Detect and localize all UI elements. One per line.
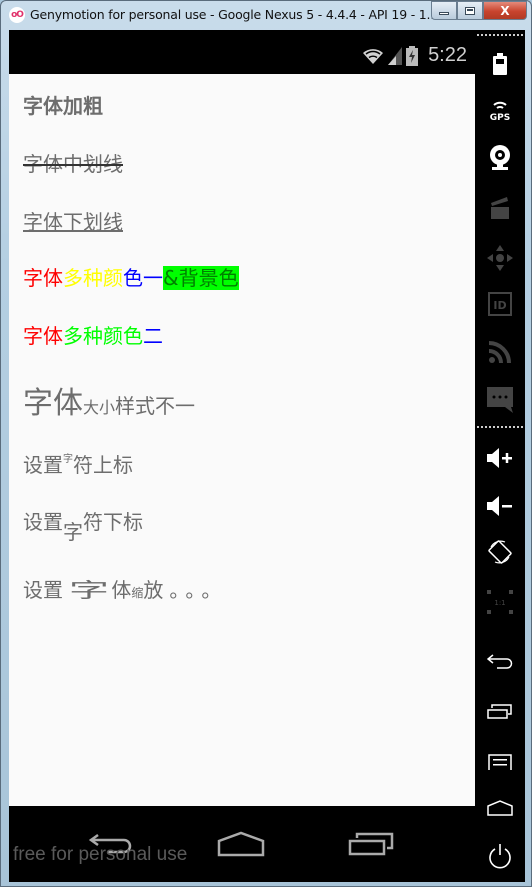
svg-text:1:1: 1:1 (494, 599, 505, 607)
text-span: 设置 (23, 578, 63, 602)
sms-icon[interactable] (475, 380, 525, 420)
rotate-icon[interactable] (475, 532, 525, 572)
divider (477, 34, 523, 36)
maximize-button[interactable] (457, 1, 483, 20)
subscript-text: 设置字符下标 (23, 506, 143, 544)
volume-down-icon[interactable] (475, 486, 525, 526)
normal-span: 样式不一 (115, 394, 196, 418)
title-bar[interactable]: oO Genymotion for personal use - Google … (1, 1, 531, 29)
narrow-span: 缩 (131, 586, 144, 600)
color-span-red: 字体 (23, 324, 63, 348)
battery-icon[interactable] (475, 44, 525, 84)
svg-text:ID: ID (493, 299, 506, 312)
webcam-icon[interactable] (475, 138, 525, 178)
mixed-size-text: 字体大小样式不一 (23, 378, 195, 422)
genymotion-sidebar: GPS ID 1:1 (475, 30, 525, 882)
small-span: 大小 (83, 398, 116, 417)
text-span: 符下标 (83, 510, 143, 534)
color-span-background: &背景色 (163, 266, 239, 290)
text-span: 设置 (23, 510, 63, 534)
status-time: 5:22 (428, 44, 467, 66)
home-icon (217, 831, 265, 857)
signal-icon (388, 46, 403, 65)
pixel-perfect-icon[interactable]: 1:1 (475, 582, 525, 622)
text-span: 放。。。 (143, 578, 228, 602)
minimize-icon (439, 12, 449, 15)
watermark-text: free for personal use (13, 844, 188, 865)
navigation-bar: free for personal use (9, 806, 475, 882)
strikethrough-text: 字体中划线 (23, 152, 123, 176)
minimize-button[interactable] (431, 1, 457, 20)
divider (477, 426, 523, 428)
screencast-icon[interactable] (475, 188, 525, 228)
power-icon[interactable] (475, 836, 525, 876)
home-icon[interactable] (475, 788, 525, 828)
bold-text: 字体加粗 (23, 94, 103, 118)
volume-up-icon[interactable] (475, 438, 525, 478)
maximize-icon (465, 6, 475, 15)
nav-recents-button[interactable] (341, 826, 401, 862)
gps-icon[interactable]: GPS (475, 90, 525, 130)
scale-text: 设置 字体缩放。。。 (23, 574, 227, 603)
emulator-window: oO Genymotion for personal use - Google … (0, 0, 532, 887)
multicolor-text-2: 字体多种颜色二 (23, 320, 163, 349)
app-screen: 字体加粗 字体中划线 字体下划线 字体多种颜色一&背景色 字体多种颜色二 字体大… (9, 74, 475, 806)
text-span: 设置 (23, 453, 63, 477)
menu-icon[interactable] (475, 742, 525, 782)
back-icon[interactable] (475, 642, 525, 682)
device-frame: 5:22 字体加粗 字体中划线 字体下划线 字体多种颜色一&背景色 字体多种颜色… (9, 30, 525, 882)
color-span-blue: 二 (143, 324, 163, 348)
recent-apps-icon[interactable] (475, 692, 525, 732)
close-icon: X (500, 3, 510, 18)
status-bar: 5:22 (9, 30, 475, 74)
device-id-icon[interactable]: ID (475, 284, 525, 324)
battery-charging-icon (406, 45, 419, 66)
color-span-yellow: 多种颜 (63, 266, 123, 290)
superscript-span: 字 (63, 454, 73, 465)
close-button[interactable]: X (483, 1, 527, 20)
nav-home-button[interactable] (211, 826, 271, 862)
text-span: 体 (111, 578, 132, 602)
dpad-icon[interactable] (475, 238, 525, 278)
underline-text: 字体下划线 (23, 210, 123, 234)
network-icon[interactable] (475, 332, 525, 372)
color-span-green: 多种颜色 (63, 324, 143, 348)
multicolor-text-1: 字体多种颜色一&背景色 (23, 262, 239, 291)
subscript-span: 字 (63, 520, 83, 544)
wide-span: 字 (69, 578, 110, 602)
big-span: 字体 (23, 386, 83, 421)
window-title: Genymotion for personal use - Google Nex… (30, 7, 438, 22)
recent-apps-icon (348, 832, 394, 856)
color-span-blue: 色一 (123, 266, 163, 290)
color-span-red: 字体 (23, 266, 63, 290)
genymotion-logo-icon: oO (9, 7, 25, 23)
svg-text:GPS: GPS (490, 113, 510, 121)
text-span: 符上标 (73, 453, 133, 477)
wifi-icon (363, 48, 384, 64)
superscript-text: 设置字符上标 (23, 449, 133, 478)
